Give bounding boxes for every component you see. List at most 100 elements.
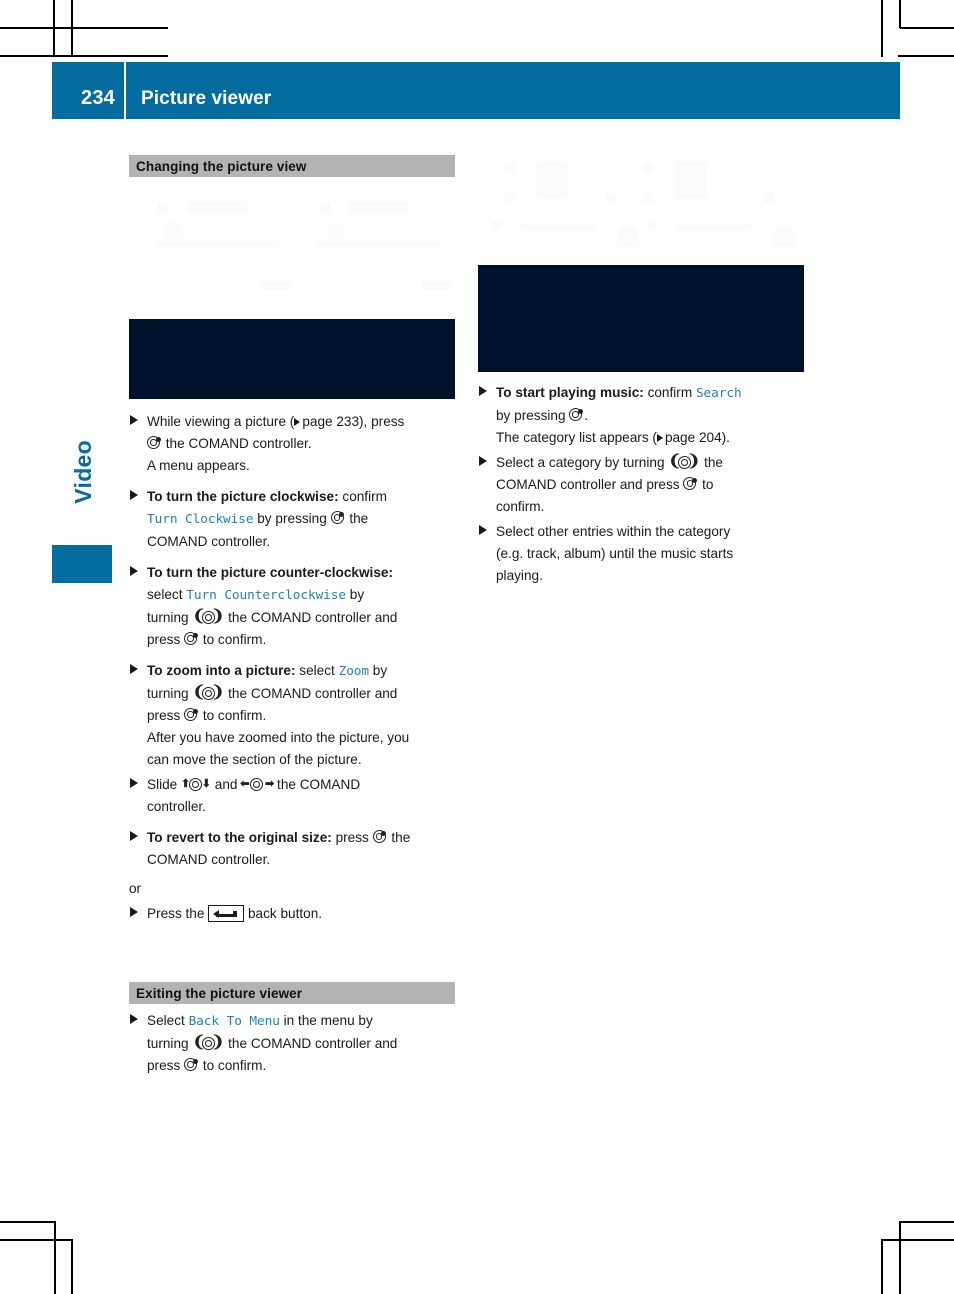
step-note1-zoom: After you have zoomed into the picture, … xyxy=(147,730,410,745)
comand-turn-icon: ❨ ❩ xyxy=(192,1034,225,1051)
music-line2b: . xyxy=(584,408,589,423)
step-slide-line1a: Slide xyxy=(147,777,178,792)
page-number: 234 xyxy=(81,87,115,109)
step-line3b: the COMAND controller and xyxy=(228,610,398,625)
page-title-block: Picture viewer xyxy=(126,62,900,119)
crop-mark-tl-h2 xyxy=(0,55,168,57)
comand-turn-icon: ❨ ❩ xyxy=(192,608,225,625)
step-note2-zoom: can move the section of the picture. xyxy=(147,752,362,767)
step-bullet-icon xyxy=(130,778,138,788)
command-turn-counterclockwise: Turn Counterclockwise xyxy=(186,588,346,603)
step-line4b: to confirm. xyxy=(202,632,267,647)
figure-ghost-left xyxy=(129,177,455,319)
step-while-viewing-picture: While viewing a picture (page 233), pres… xyxy=(129,411,455,477)
comand-slide-horizontal-icon: ⬅ ➡ xyxy=(240,777,275,791)
step-line3a-zoom: press xyxy=(147,708,181,723)
comand-press-icon xyxy=(683,477,698,492)
step-tail: the xyxy=(349,511,369,526)
crop-mark-tl-h xyxy=(0,27,168,29)
step-text-line1b: ), press xyxy=(359,414,405,429)
step-after-lead: confirm xyxy=(342,489,387,504)
category-line1a: Select a category by turning xyxy=(496,455,665,470)
crop-mark-tr-h2 xyxy=(900,27,954,29)
or-separator: or xyxy=(129,881,142,896)
step-select-other-entries: Select other entries within the category… xyxy=(478,521,804,587)
step-bullet-icon xyxy=(130,664,138,674)
step-line2a: select xyxy=(147,587,183,602)
step-slide-line1b: and xyxy=(214,777,238,792)
comand-press-icon xyxy=(372,830,388,845)
step-line3: COMAND controller. xyxy=(147,534,271,549)
step-line2-revert: COMAND controller. xyxy=(147,852,271,867)
figure-picture-viewer-menu xyxy=(129,319,455,399)
back-button-icon xyxy=(208,905,245,922)
exit-line2a: turning xyxy=(147,1036,189,1051)
step-bullet-icon xyxy=(130,907,138,917)
step-select-category: Select a category by turning ❨ ❩ the COMA… xyxy=(478,452,804,518)
step-line3b-zoom: to confirm. xyxy=(202,708,267,723)
crop-mark-tl-v xyxy=(53,0,55,57)
step-slide-controller: Slide ⬆ ⬇ and ⬅ ➡ the COMAND controller. xyxy=(129,774,455,818)
chapter-tab: Video xyxy=(52,440,112,583)
crop-mark-br-v xyxy=(899,1221,901,1294)
step-tail-revert: the xyxy=(391,830,411,845)
chapter-tab-label: Video xyxy=(70,440,96,504)
step-zoom-into-picture: To zoom into a picture: select Zoom by t… xyxy=(129,660,455,771)
step-text-line3: A menu appears. xyxy=(147,458,250,473)
step-bullet-icon xyxy=(479,456,487,466)
figure-ghost-right xyxy=(478,155,804,265)
step-lead-turn-clockwise: To turn the picture clockwise: xyxy=(147,489,339,504)
step-bullet-icon xyxy=(130,1014,138,1024)
step-after-command-zoom: by xyxy=(372,663,388,678)
command-back-to-menu: Back To Menu xyxy=(188,1014,280,1029)
entries-line1: Select other entries within the category xyxy=(496,524,731,539)
step-turn-clockwise: To turn the picture clockwise: confirm T… xyxy=(129,486,455,553)
comand-press-icon xyxy=(184,632,199,647)
figure-music-search-menu xyxy=(478,265,804,372)
crop-mark-bl-h xyxy=(0,1221,56,1223)
step-after-lead-zoom: select xyxy=(299,663,335,678)
comand-turn-icon: ❨ ❩ xyxy=(668,453,701,470)
entries-line2: (e.g. track, album) until the music star… xyxy=(496,546,734,561)
step-lead-start-music: To start playing music: xyxy=(496,385,644,400)
step-lead-zoom: To zoom into a picture: xyxy=(147,663,296,678)
exit-line1b: in the menu by xyxy=(283,1013,373,1028)
exit-line3a: press xyxy=(147,1058,181,1073)
crop-mark-br-h xyxy=(899,1221,954,1223)
page-ref-204: page 204 xyxy=(664,430,722,445)
exit-line2b: the COMAND controller and xyxy=(228,1036,398,1051)
crop-mark-tl-v2 xyxy=(71,0,73,57)
comand-slide-vertical-icon: ⬆ ⬇ xyxy=(181,777,212,791)
crop-mark-tr-v2 xyxy=(899,0,901,28)
page-header: 234 Picture viewer xyxy=(52,62,900,119)
crop-mark-tr-v xyxy=(881,0,883,57)
entries-line3: playing. xyxy=(496,568,543,583)
comand-press-icon xyxy=(184,1058,199,1073)
step-bullet-icon xyxy=(130,490,138,500)
exit-line1a: Select xyxy=(147,1013,185,1028)
step-bullet-icon xyxy=(130,415,138,425)
page-number-block: 234 xyxy=(52,62,124,119)
category-line2b: to xyxy=(702,477,714,492)
exit-line3b: to confirm. xyxy=(202,1058,267,1073)
crop-mark-br-v2 xyxy=(881,1239,883,1294)
step-press-back-button: Press the back button. xyxy=(129,903,455,925)
music-line3a: The category list appears ( xyxy=(496,430,657,445)
step-revert-original-size: To revert to the original size: press th… xyxy=(129,827,455,871)
page-reference-triangle-icon xyxy=(294,418,301,426)
step-line2b: by xyxy=(349,587,365,602)
page-ref-233: page 233 xyxy=(302,414,360,429)
step-lead-revert: To revert to the original size: xyxy=(147,830,332,845)
crop-mark-bl-v2 xyxy=(71,1239,73,1294)
command-search: Search xyxy=(695,386,742,401)
step-start-playing-music: To start playing music: confirm Search b… xyxy=(478,382,804,449)
crop-mark-bl-v xyxy=(54,1221,56,1294)
page-title: Picture viewer xyxy=(141,88,272,109)
step-line2b-zoom: the COMAND controller and xyxy=(228,686,398,701)
step-slide-line2: controller. xyxy=(147,799,206,814)
step-slide-line1c: the COMAND xyxy=(277,777,361,792)
comand-press-icon xyxy=(569,408,584,423)
music-line3b: ). xyxy=(721,430,730,445)
command-zoom: Zoom xyxy=(338,664,370,679)
right-column: To start playing music: confirm Search b… xyxy=(478,155,804,587)
